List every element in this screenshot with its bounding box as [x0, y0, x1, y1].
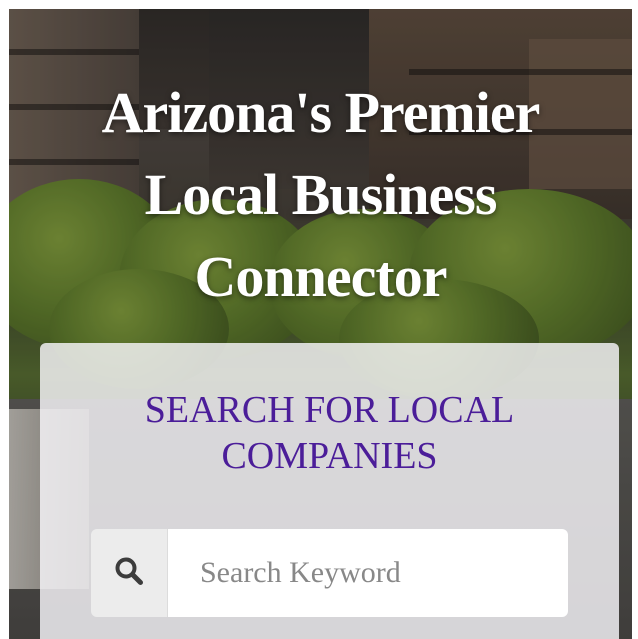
search-heading-line: COMPANIES — [221, 435, 438, 477]
search-bar — [91, 529, 568, 617]
search-icon — [113, 555, 145, 592]
hero-title-line: Arizona's Premier — [101, 80, 541, 145]
hero-title-line: Local Business — [144, 162, 498, 227]
hero-title: Arizona's Premier Local Business Connect… — [9, 72, 632, 318]
hero-title-line: Connector — [194, 244, 448, 309]
search-input[interactable] — [168, 529, 568, 617]
page: Arizona's Premier Local Business Connect… — [0, 0, 638, 639]
search-card: SEARCH FOR LOCAL COMPANIES — [40, 343, 619, 639]
search-heading: SEARCH FOR LOCAL COMPANIES — [40, 387, 619, 479]
search-icon-button[interactable] — [91, 529, 168, 617]
search-heading-line: SEARCH FOR LOCAL — [144, 389, 515, 431]
